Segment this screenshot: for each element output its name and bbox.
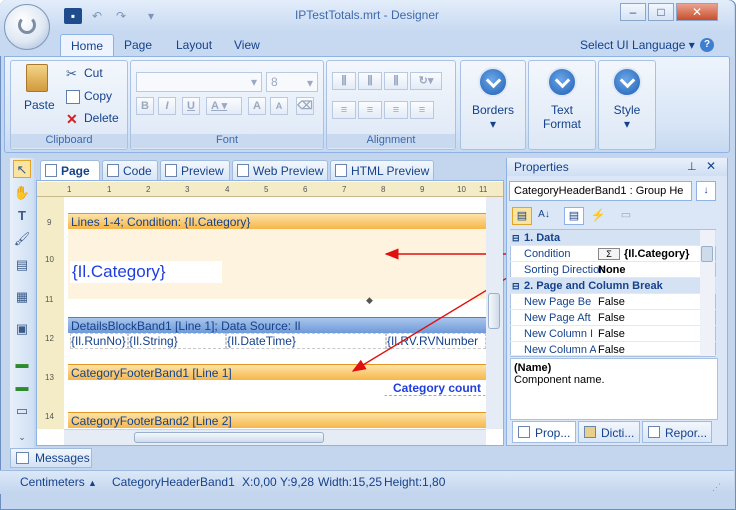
property-row-new-page-after[interactable]: New Page Aft False	[510, 310, 716, 326]
alphabetical-view-icon[interactable]: A↓	[534, 207, 554, 225]
horizontal-scrollbar-thumb[interactable]	[134, 432, 324, 443]
tab-page-designer[interactable]: Page	[40, 160, 100, 180]
messages-icon	[16, 452, 29, 464]
property-value: False	[598, 328, 625, 340]
units-label: Centimeters	[20, 475, 85, 489]
property-row-condition[interactable]: Condition Σ {Il.Category}	[510, 246, 716, 262]
messages-label: Messages	[35, 451, 90, 465]
events-view-icon[interactable]: ⚡	[588, 207, 608, 225]
property-name: New Column A	[524, 344, 596, 356]
tab-dictionary[interactable]: Dicti...	[578, 421, 640, 443]
messages-panel-tab[interactable]: Messages	[10, 448, 92, 468]
status-x: X:0,00	[242, 475, 277, 489]
property-pages-icon[interactable]: ▭	[616, 207, 636, 225]
vertical-scrollbar-thumb[interactable]	[488, 293, 500, 329]
close-icon[interactable]: ✕	[706, 159, 716, 173]
property-value: False	[598, 296, 625, 308]
property-description: (Name) Component name.	[510, 358, 718, 420]
status-height: Height:1,80	[384, 475, 446, 489]
property-grid-scrollbar[interactable]	[700, 230, 715, 356]
category-label: 2. Page and Column Break	[524, 280, 663, 292]
sort-icon[interactable]: ↓	[696, 181, 716, 201]
property-row-new-page-before[interactable]: New Page Be False	[510, 294, 716, 310]
property-row-new-column-before[interactable]: New Column I False	[510, 326, 716, 342]
property-value: None	[598, 264, 626, 276]
categorized-view-icon[interactable]: ▤	[512, 207, 532, 225]
collapse-icon: ⊟	[512, 281, 520, 291]
description-text: Component name.	[514, 374, 605, 386]
property-category-data[interactable]: 1. Data ⊟	[510, 230, 716, 246]
property-name: New Page Aft	[524, 312, 591, 324]
property-value: False	[598, 344, 625, 356]
property-category-page-column-break[interactable]: 2. Page and Column Break ⊟	[510, 278, 716, 294]
property-row-sorting-direction[interactable]: Sorting Direction None	[510, 262, 716, 278]
property-value: {Il.Category}	[624, 248, 690, 260]
chevron-up-icon: ▲	[88, 478, 97, 488]
tab-properties[interactable]: Prop...	[512, 421, 576, 443]
component-selector[interactable]: CategoryHeaderBand1 : Group He	[509, 181, 692, 201]
application-menu-button[interactable]	[4, 4, 50, 50]
vertical-scrollbar[interactable]	[486, 197, 503, 429]
collapse-icon: ⊟	[512, 233, 520, 243]
tab-label: Dicti...	[601, 426, 635, 440]
dictionary-tab-icon	[584, 426, 596, 438]
properties-title: Properties	[514, 160, 569, 174]
property-grid-scrollbar-thumb[interactable]	[701, 246, 713, 262]
page-icon	[45, 164, 57, 177]
properties-tab-icon	[518, 426, 530, 438]
properties-view-icon[interactable]: ▤	[564, 207, 584, 225]
pin-icon[interactable]: ⊥	[687, 160, 697, 173]
property-name: New Page Be	[524, 296, 592, 308]
tab-label: Repor...	[665, 426, 708, 440]
description-title: (Name)	[514, 362, 552, 374]
category-label: 1. Data	[524, 232, 561, 244]
tab-label: Page	[61, 164, 90, 178]
sigma-icon[interactable]: Σ	[598, 248, 620, 260]
status-width: Width:15,25	[318, 475, 383, 489]
app-logo-icon	[18, 16, 36, 34]
status-component: CategoryHeaderBand1	[112, 475, 235, 489]
property-row-new-column-after[interactable]: New Column A False	[510, 342, 716, 356]
property-name: Condition	[524, 248, 571, 260]
tab-report-tree[interactable]: Repor...	[642, 421, 712, 443]
report-tree-tab-icon	[648, 426, 660, 438]
tab-label: Prop...	[535, 426, 571, 440]
status-y: Y:9,28	[280, 475, 315, 489]
resize-grip-icon[interactable]: ⋰	[712, 482, 721, 493]
property-value: False	[598, 312, 625, 324]
property-name: New Column I	[524, 328, 594, 340]
horizontal-scrollbar[interactable]	[64, 429, 486, 445]
property-name: Sorting Direction	[524, 264, 604, 276]
units-selector[interactable]: Centimeters ▲	[20, 470, 97, 494]
